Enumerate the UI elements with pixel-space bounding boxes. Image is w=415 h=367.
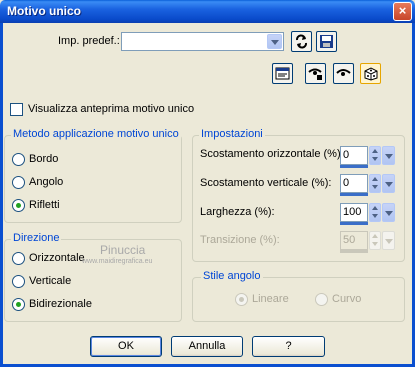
radio-button[interactable]: [12, 153, 25, 166]
value-slider-bar: [340, 250, 368, 253]
title-bar: Motivo unico ×: [0, 0, 415, 23]
radio-label: Curvo: [332, 293, 362, 305]
eye-lock-icon: [308, 68, 322, 80]
method-group-title: Metodo applicazione motivo unico: [11, 128, 181, 140]
radio-label: Verticale: [29, 275, 72, 287]
close-button[interactable]: ×: [393, 2, 412, 21]
horizontal-offset-spinner[interactable]: 0: [340, 146, 396, 168]
width-spinner[interactable]: 100: [340, 203, 396, 225]
corner-style-group: Stile angolo: [192, 270, 405, 322]
dice-icon: [364, 67, 378, 81]
radio-button[interactable]: [12, 275, 25, 288]
radio-button[interactable]: [235, 293, 248, 306]
watermark-text: Pinuccia: [100, 243, 146, 257]
radio-label: Bordo: [29, 153, 59, 165]
preset-label: Imp. predef.:: [58, 35, 120, 47]
horizontal-offset-input[interactable]: 0: [340, 146, 368, 165]
direction-group-title: Direzione: [11, 232, 62, 244]
reset-preset-button[interactable]: [291, 31, 312, 52]
radio-button[interactable]: [12, 199, 25, 212]
eye-icon: [336, 69, 351, 76]
randomize-button[interactable]: [360, 63, 381, 84]
radio-label: Angolo: [29, 176, 64, 188]
corner-style-group-title: Stile angolo: [201, 270, 263, 282]
chevron-down-icon[interactable]: [382, 146, 395, 165]
radio-button[interactable]: [12, 298, 25, 311]
spin-arrows-icon[interactable]: [369, 174, 381, 193]
chevron-down-icon[interactable]: [382, 174, 395, 193]
preview-checkbox-label: Visualizza anteprima motivo unico: [28, 103, 195, 115]
help-button[interactable]: ?: [252, 336, 325, 357]
vertical-offset-label: Scostamento verticale (%):: [200, 177, 332, 189]
chevron-down-icon[interactable]: [382, 203, 395, 222]
cancel-button[interactable]: Annulla: [171, 336, 243, 357]
spin-arrows-icon[interactable]: [369, 231, 381, 250]
floppy-disk-icon: [320, 35, 333, 48]
chevron-down-icon[interactable]: [382, 231, 395, 250]
radio-button[interactable]: [12, 176, 25, 189]
value-slider-bar[interactable]: [340, 193, 368, 196]
horizontal-offset-label: Scostamento orizzontale (%):: [200, 148, 344, 160]
spin-arrows-icon[interactable]: [369, 146, 381, 165]
spin-arrows-icon[interactable]: [369, 203, 381, 222]
window-icon: [275, 67, 290, 80]
preview-eye-button[interactable]: [333, 63, 354, 84]
ok-button[interactable]: OK: [90, 336, 162, 357]
radio-label: Bidirezionale: [29, 298, 92, 310]
radio-button[interactable]: [315, 293, 328, 306]
value-slider-bar[interactable]: [340, 165, 368, 168]
radio-label: Lineare: [252, 293, 289, 305]
preview-checkbox[interactable]: [10, 103, 23, 116]
vertical-offset-spinner[interactable]: 0: [340, 174, 396, 196]
width-label: Larghezza (%):: [200, 206, 275, 218]
transition-input[interactable]: 50: [340, 231, 368, 250]
settings-group-title: Impostazioni: [199, 128, 265, 140]
watermark-url: www.maidiregrafica.eu: [82, 258, 153, 265]
transition-label: Transizione (%):: [200, 234, 280, 246]
window-title: Motivo unico: [7, 4, 81, 18]
value-slider-bar[interactable]: [340, 222, 368, 225]
reset-arrows-icon: [296, 34, 307, 49]
vertical-offset-input[interactable]: 0: [340, 174, 368, 193]
radio-label: Rifletti: [29, 199, 60, 211]
width-input[interactable]: 100: [340, 203, 368, 222]
save-preset-button[interactable]: [316, 31, 337, 52]
window-frame-left: [0, 23, 3, 367]
transition-spinner[interactable]: 50: [340, 231, 396, 253]
preview-eye-lock-button[interactable]: [305, 63, 326, 84]
preview-window-button[interactable]: [272, 63, 293, 84]
chevron-down-icon[interactable]: [267, 34, 282, 49]
radio-button[interactable]: [12, 252, 25, 265]
preset-dropdown[interactable]: [121, 32, 284, 51]
radio-label: Orizzontale: [29, 252, 85, 264]
